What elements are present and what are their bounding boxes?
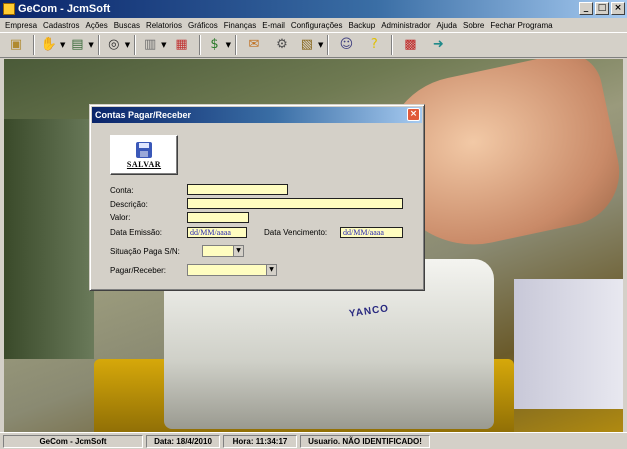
report-toolbar-button[interactable]: ▥ ▼ [140, 34, 167, 56]
window-title: GeCom - JcmSoft [18, 3, 111, 15]
close-button[interactable]: × [611, 2, 625, 15]
valor-field[interactable] [187, 212, 249, 223]
menu-relatorios[interactable]: Relatorios [143, 21, 185, 30]
status-bar: GeCom - JcmSoft Data: 18/4/2010 Hora: 11… [0, 432, 627, 449]
menu-graficos[interactable]: Gráficos [185, 21, 221, 30]
toolbar-separator [97, 35, 100, 55]
menu-configuracoes[interactable]: Configurações [288, 21, 346, 30]
pagar-receber-select[interactable]: ▼ [187, 264, 277, 276]
descricao-label: Descrição: [110, 200, 148, 209]
money-toolbar-button[interactable]: $ ▼ [205, 34, 231, 56]
backup-icon: ▧ [300, 37, 314, 52]
main-title-bar: GeCom - JcmSoft _ □ × [0, 0, 627, 18]
money-icon: $ [210, 37, 219, 52]
valor-label: Valor: [110, 213, 131, 222]
chevron-down-icon[interactable]: ▼ [233, 246, 243, 256]
email-icon: ✉ [248, 37, 260, 52]
situacao-select[interactable]: ▼ [202, 245, 244, 257]
exit-toolbar-button[interactable]: ➜ [425, 34, 451, 56]
window-controls: _ □ × [579, 2, 625, 15]
toolbar-separator [327, 35, 330, 55]
admin-toolbar-button[interactable]: ☺ [333, 34, 359, 56]
toolbar-separator [234, 35, 237, 55]
menu-bar: Empresa Cadastros Ações Buscas Relatorio… [0, 18, 627, 32]
chevron-down-icon[interactable]: ▼ [318, 41, 323, 49]
minimize-button[interactable]: _ [579, 2, 593, 15]
conta-label: Conta: [110, 186, 134, 195]
register-toolbar-button[interactable]: ▤ ▼ [67, 34, 94, 56]
menu-backup[interactable]: Backup [346, 21, 379, 30]
chevron-down-icon[interactable]: ▼ [60, 41, 65, 49]
menu-sobre[interactable]: Sobre [460, 21, 487, 30]
data-emissao-field[interactable]: dd/MM/aaaa [187, 227, 247, 238]
chart-toolbar-button[interactable]: ▦ [169, 34, 195, 56]
situacao-label: Situação Paga S/N: [110, 247, 180, 256]
floppy-disk-icon [136, 141, 152, 158]
menu-ajuda[interactable]: Ajuda [434, 21, 460, 30]
pagar-receber-label: Pagar/Receber: [110, 266, 167, 275]
background-shelf [4, 119, 94, 359]
binoculars-toolbar-button[interactable]: ◎ ▼ [104, 34, 130, 56]
chevron-down-icon[interactable]: ▼ [226, 41, 231, 49]
admin-icon: ☺ [339, 37, 354, 52]
maximize-button[interactable]: □ [595, 2, 609, 15]
toolbar-separator [391, 35, 394, 55]
chevron-down-icon[interactable]: ▼ [161, 41, 166, 49]
backup-toolbar-button[interactable]: ▧ ▼ [297, 34, 324, 56]
data-vencimento-label: Data Vencimento: [264, 228, 328, 237]
chevron-down-icon[interactable]: ▼ [88, 41, 93, 49]
help-icon: ? [370, 37, 378, 52]
conta-field[interactable] [187, 184, 288, 195]
exit-icon: ➜ [432, 37, 444, 52]
calculator-icon: ▩ [404, 37, 417, 52]
company-toolbar-button[interactable]: ▣ [3, 34, 29, 56]
app-icon [3, 3, 15, 15]
status-app-name: GeCom - JcmSoft [3, 434, 143, 448]
background-paper [514, 279, 623, 409]
dialog-title: Contas Pagar/Receber [95, 110, 192, 120]
status-user: Usuario. NÃO IDENTIFICADO! [300, 434, 430, 448]
toolbar-separator [33, 35, 35, 55]
report-icon: ▥ [144, 37, 157, 52]
menu-financas[interactable]: Finanças [221, 21, 259, 30]
toolbar-separator [134, 35, 137, 55]
data-vencimento-field[interactable]: dd/MM/aaaa [340, 227, 403, 238]
chevron-down-icon[interactable]: ▼ [125, 41, 130, 49]
descricao-field[interactable] [187, 198, 403, 209]
binoculars-icon: ◎ [108, 37, 120, 52]
settings-toolbar-button[interactable]: ⚙ [269, 34, 295, 56]
settings-icon: ⚙ [276, 37, 288, 52]
menu-fechar-programa[interactable]: Fechar Programa [487, 21, 555, 30]
data-emissao-label: Data Emissão: [110, 228, 163, 237]
status-time: Hora: 11:34:17 [223, 434, 297, 448]
company-icon: ▣ [9, 37, 23, 52]
menu-empresa[interactable]: Empresa [2, 21, 40, 30]
toolbar: ▣ ✋ ▼ ▤ ▼ ◎ ▼ ▥ ▼ ▦ $ ▼ ✉ ⚙ ▧ ▼ ☺? ▩ ➜ [0, 32, 627, 58]
email-toolbar-button[interactable]: ✉ [241, 34, 267, 56]
save-button-label: SALVAR [126, 159, 162, 169]
menu-buscas[interactable]: Buscas [111, 21, 143, 30]
save-button[interactable]: SALVAR [110, 135, 178, 175]
calculator-toolbar-button[interactable]: ▩ [397, 34, 423, 56]
menu-acoes[interactable]: Ações [82, 21, 110, 30]
chevron-down-icon[interactable]: ▼ [266, 265, 276, 275]
menu-cadastros[interactable]: Cadastros [40, 21, 82, 30]
register-icon: ▤ [71, 37, 84, 52]
dialog-title-bar: Contas Pagar/Receber × [92, 107, 422, 123]
help-toolbar-button[interactable]: ? [361, 34, 387, 56]
handshake-toolbar-button[interactable]: ✋ ▼ [39, 34, 65, 56]
handshake-icon: ✋ [40, 37, 58, 52]
menu-administrador[interactable]: Administrador [378, 21, 433, 30]
dialog-close-button[interactable]: × [407, 108, 420, 121]
toolbar-separator [198, 35, 201, 55]
menu-email[interactable]: E-mail [259, 21, 288, 30]
chart-icon: ▦ [175, 37, 188, 52]
contas-dialog: Contas Pagar/Receber × SALVAR Conta: Des… [89, 104, 425, 291]
status-date: Data: 18/4/2010 [146, 434, 220, 448]
